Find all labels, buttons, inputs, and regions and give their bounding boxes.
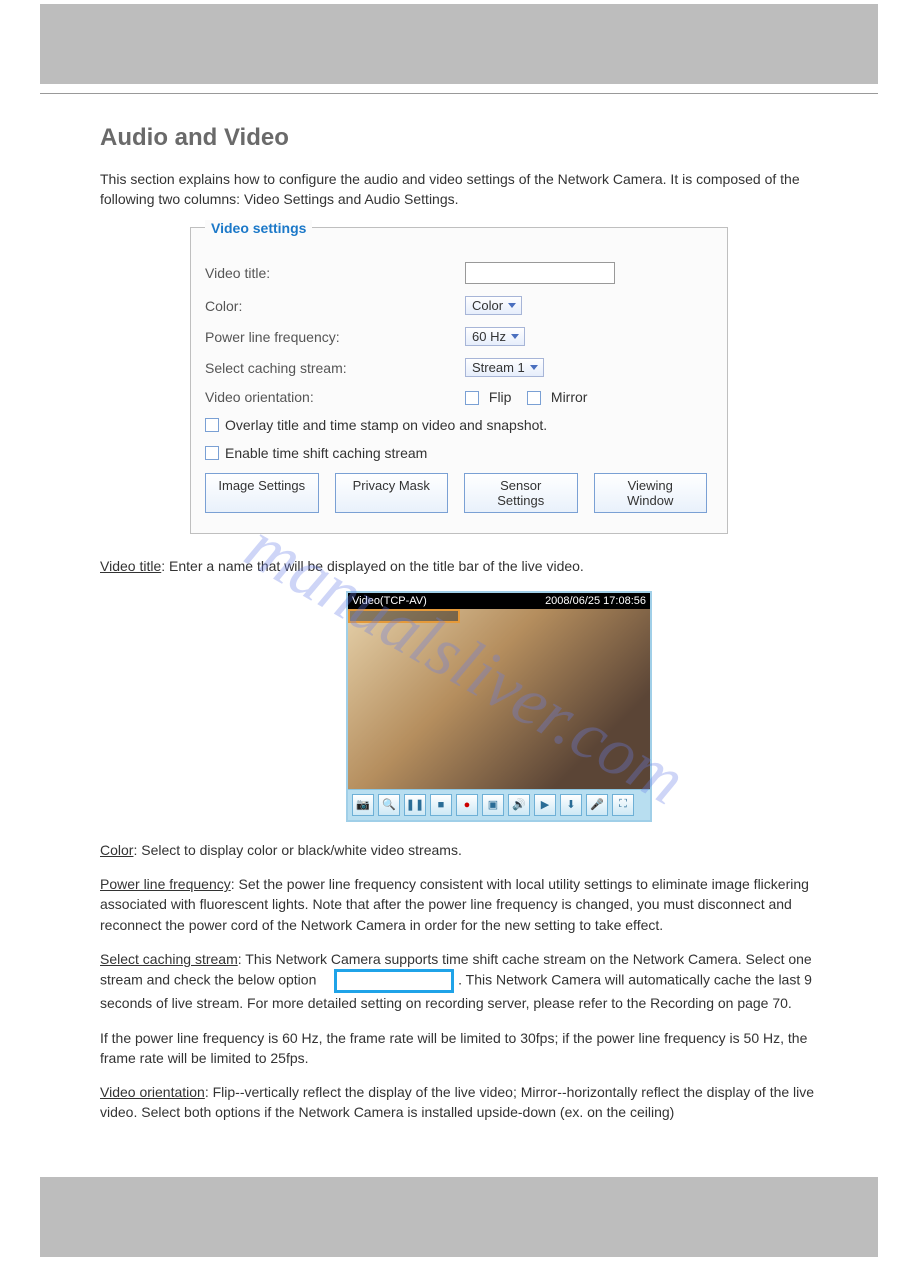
mic-icon[interactable]: 🎤 [586,794,608,816]
row-timeshift: Enable time shift caching stream [205,445,713,461]
preview-wrap: Video(TCP-AV) 2008/06/25 17:08:56 📷 🔍 ❚❚… [346,591,652,822]
heading-orientation: Video orientation [100,1084,205,1100]
para-powerline: Power line frequency: Set the power line… [100,874,818,935]
section-intro: This section explains how to configure t… [100,170,818,209]
row-caching-stream: Select caching stream: Stream 1 [205,358,713,377]
row-overlay: Overlay title and time stamp on video an… [205,417,713,433]
timeshift-badge [334,969,454,993]
section-heading: Audio and Video [100,124,818,152]
video-toolbar: 📷 🔍 ❚❚ ■ ● ▣ 🔊 ▶ ⬇ 🎤 ⛶ [348,789,650,820]
label-orientation: Video orientation: [205,389,465,405]
heading-caching: Select caching stream [100,951,238,967]
label-powerline: Power line frequency: [205,329,465,345]
para-caching: Select caching stream: This Network Came… [100,949,818,1014]
row-color: Color: Color [205,296,713,315]
label-flip: Flip [489,389,512,405]
video-label: Video(TCP-AV) [352,595,427,607]
top-banner [40,4,878,84]
checkbox-flip[interactable] [465,391,479,405]
label-color: Color: [205,298,465,314]
volume-icon[interactable]: 🔊 [508,794,530,816]
label-timeshift: Enable time shift caching stream [225,445,427,461]
video-title-bar: Video(TCP-AV) 2008/06/25 17:08:56 [348,593,650,609]
video-preview: Video(TCP-AV) 2008/06/25 17:08:56 📷 🔍 ❚❚… [346,591,652,822]
select-powerline[interactable]: 60 Hz [465,327,525,346]
heading-video-title: Video title [100,558,161,574]
row-powerline: Power line frequency: 60 Hz [205,327,713,346]
fullscreen-icon[interactable]: ⛶ [612,794,634,816]
label-mirror: Mirror [551,389,588,405]
heading-color: Color [100,842,133,858]
video-frame [348,609,650,789]
settings-button-row: Image Settings Privacy Mask Sensor Setti… [205,473,713,513]
label-video-title: Video title: [205,265,465,281]
viewing-window-button[interactable]: Viewing Window [594,473,708,513]
checkbox-timeshift[interactable] [205,446,219,460]
label-caching-stream: Select caching stream: [205,360,465,376]
row-video-title: Video title: [205,262,713,284]
input-video-title[interactable] [465,262,615,284]
stop-icon[interactable]: ■ [430,794,452,816]
text-color: : Select to display color or black/white… [133,842,461,858]
label-overlay: Overlay title and time stamp on video an… [225,417,547,433]
privacy-mask-button[interactable]: Privacy Mask [335,473,449,513]
title-overlay-box [348,609,460,623]
text-orientation: : Flip--vertically reflect the display o… [100,1084,814,1120]
snapshot-icon[interactable]: ▣ [482,794,504,816]
record-icon[interactable]: ● [456,794,478,816]
para-tip: If the power line frequency is 60 Hz, th… [100,1028,818,1069]
row-orientation: Video orientation: Flip Mirror [205,389,713,405]
video-settings-panel: Video settings Video title: Color: Color… [190,227,728,534]
heading-powerline: Power line frequency [100,876,231,892]
checkbox-overlay[interactable] [205,418,219,432]
text-video-title: : Enter a name that will be displayed on… [161,558,584,574]
checkbox-mirror[interactable] [527,391,541,405]
video-settings-legend: Video settings [205,220,312,236]
para-color: Color: Select to display color or black/… [100,840,818,860]
select-color[interactable]: Color [465,296,522,315]
download-icon[interactable]: ⬇ [560,794,582,816]
select-caching-stream[interactable]: Stream 1 [465,358,544,377]
para-orientation: Video orientation: Flip--vertically refl… [100,1082,818,1123]
para-video-title: Video title: Enter a name that will be d… [100,556,818,576]
pause-icon[interactable]: ❚❚ [404,794,426,816]
zoom-icon[interactable]: 🔍 [378,794,400,816]
camera-icon[interactable]: 📷 [352,794,374,816]
video-timestamp: 2008/06/25 17:08:56 [545,595,646,607]
save-icon[interactable]: ▶ [534,794,556,816]
document-body: manualsliver.com Audio and Video This se… [0,84,918,1157]
image-settings-button[interactable]: Image Settings [205,473,319,513]
sensor-settings-button[interactable]: Sensor Settings [464,473,578,513]
bottom-banner [40,1177,878,1257]
